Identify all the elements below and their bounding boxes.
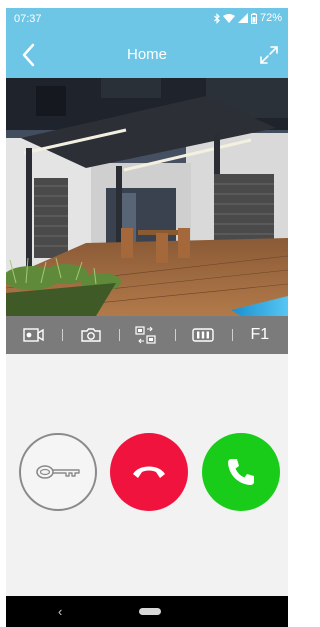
key-icon [36,465,80,479]
camera-scene [6,78,288,316]
wifi-icon [222,13,235,23]
status-bar: 07:37 72% [6,8,288,32]
battery-percent: 72% [259,12,282,24]
record-video-button[interactable] [6,316,62,354]
app-bar: Home [6,32,288,78]
page-title: Home [126,46,167,63]
camera-switch-icon [135,326,156,344]
camera-toolbar: F1 [6,316,288,354]
status-icons: 72% [214,12,282,24]
nav-back-button[interactable]: ‹ [58,605,62,618]
answer-button[interactable] [202,433,280,511]
function-f1-button[interactable]: F1 [231,316,288,354]
phone-answer-icon [228,459,254,485]
nav-home-pill[interactable] [139,608,161,615]
gallery-button[interactable] [175,316,231,354]
status-time: 07:37 [14,13,42,25]
expand-icon [260,46,278,64]
video-record-icon [23,328,44,342]
battery-icon [250,12,257,24]
unlock-button[interactable] [19,433,97,511]
chevron-left-icon [22,43,35,67]
call-actions [6,354,288,596]
bluetooth-icon [214,12,220,24]
fullscreen-button[interactable] [258,44,280,66]
system-nav-bar: ‹ [6,596,288,627]
switch-camera-button[interactable] [118,316,175,354]
snapshot-camera-icon [80,328,101,342]
hangup-icon [133,466,165,478]
hangup-button[interactable] [110,433,188,511]
signal-icon [237,12,248,23]
screen: 07:37 72% Home F1 ‹ [6,8,288,627]
camera-video-feed[interactable] [6,78,288,316]
back-button[interactable] [16,42,42,68]
snapshot-button[interactable] [62,316,118,354]
gallery-icon [192,328,215,342]
